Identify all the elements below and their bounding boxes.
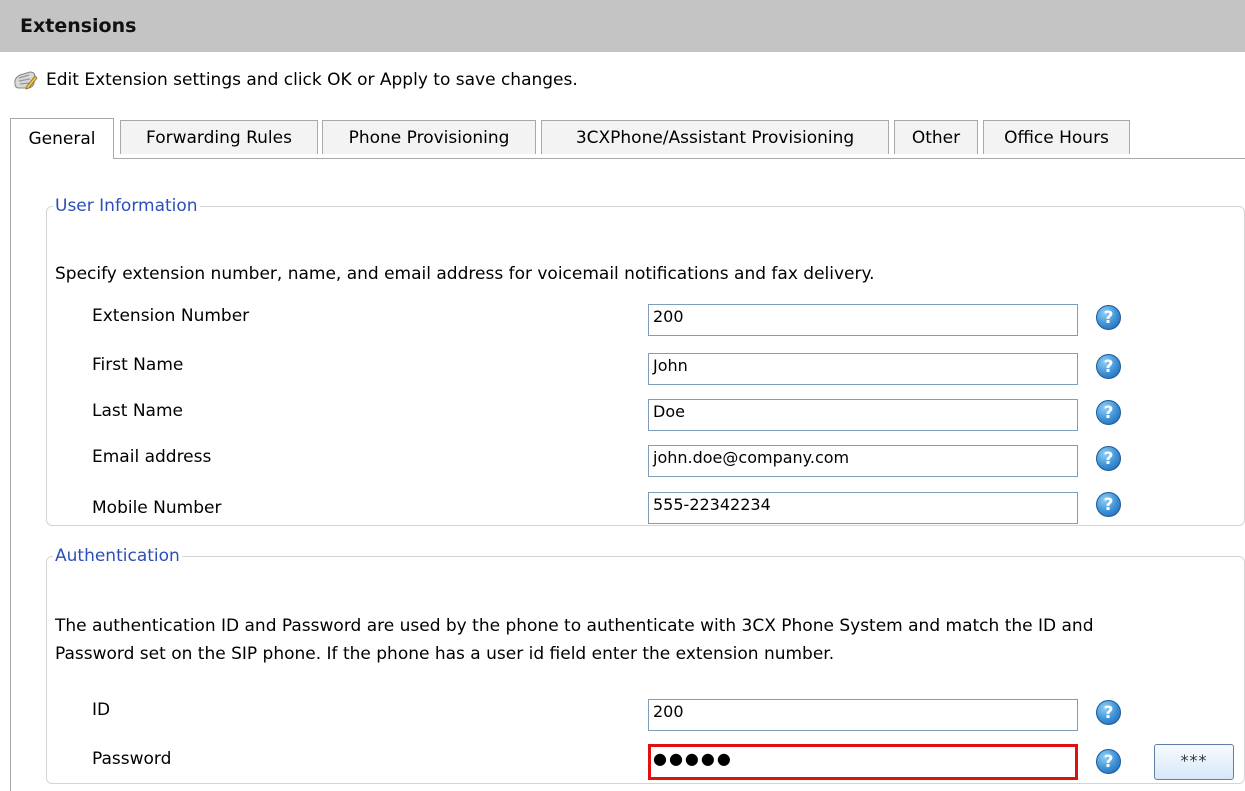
help-icon[interactable]: ? — [1096, 700, 1121, 725]
extension-number-label: Extension Number — [92, 306, 250, 326]
last-name-label: Last Name — [92, 401, 183, 421]
tab-divider — [10, 158, 1245, 159]
help-icon[interactable]: ? — [1096, 400, 1121, 425]
page-header: Extensions — [0, 0, 1245, 52]
mobile-number-label: Mobile Number — [92, 498, 222, 518]
intro-text: Edit Extension settings and click OK or … — [46, 70, 578, 90]
extension-number-input[interactable]: 200 — [648, 304, 1078, 336]
password-input[interactable]: ●●●●● — [648, 744, 1078, 780]
tab-general[interactable]: General — [10, 118, 114, 159]
help-icon[interactable]: ? — [1096, 446, 1121, 471]
authentication-legend: Authentication — [55, 546, 180, 566]
authentication-description-line1: The authentication ID and Password are u… — [55, 616, 1094, 636]
show-password-button[interactable]: *** — [1154, 744, 1234, 780]
help-icon[interactable]: ? — [1096, 492, 1121, 517]
first-name-input[interactable]: John — [648, 353, 1078, 385]
help-icon[interactable]: ? — [1096, 354, 1121, 379]
phone-edit-icon — [14, 71, 38, 90]
mobile-number-input[interactable]: 555-22342234 — [648, 492, 1078, 524]
tab-office-hours[interactable]: Office Hours — [983, 120, 1130, 154]
first-name-label: First Name — [92, 355, 184, 375]
intro-line: Edit Extension settings and click OK or … — [12, 66, 578, 94]
password-label: Password — [92, 749, 172, 769]
page-title: Extensions — [20, 15, 137, 37]
auth-id-input[interactable]: 200 — [648, 699, 1078, 731]
email-address-label: Email address — [92, 447, 212, 467]
email-address-input[interactable]: john.doe@company.com — [648, 445, 1078, 477]
tab-forwarding-rules[interactable]: Forwarding Rules — [120, 120, 318, 154]
tab-phone-provisioning[interactable]: Phone Provisioning — [322, 120, 536, 154]
help-icon[interactable]: ? — [1096, 749, 1121, 774]
last-name-input[interactable]: Doe — [648, 399, 1078, 431]
tab-bar: General Forwarding Rules Phone Provision… — [10, 118, 1245, 159]
user-information-group: User Information Specify extension numbe… — [46, 196, 1245, 526]
id-label: ID — [92, 700, 111, 720]
authentication-group: Authentication The authentication ID and… — [46, 546, 1245, 784]
authentication-description-line2: Password set on the SIP phone. If the ph… — [55, 644, 835, 664]
tab-3cxphone-assistant-provisioning[interactable]: 3CXPhone/Assistant Provisioning — [541, 120, 889, 154]
panel-border — [10, 158, 11, 791]
tab-other[interactable]: Other — [894, 120, 978, 154]
user-information-legend: User Information — [55, 196, 198, 216]
user-information-description: Specify extension number, name, and emai… — [55, 264, 875, 284]
help-icon[interactable]: ? — [1096, 305, 1121, 330]
